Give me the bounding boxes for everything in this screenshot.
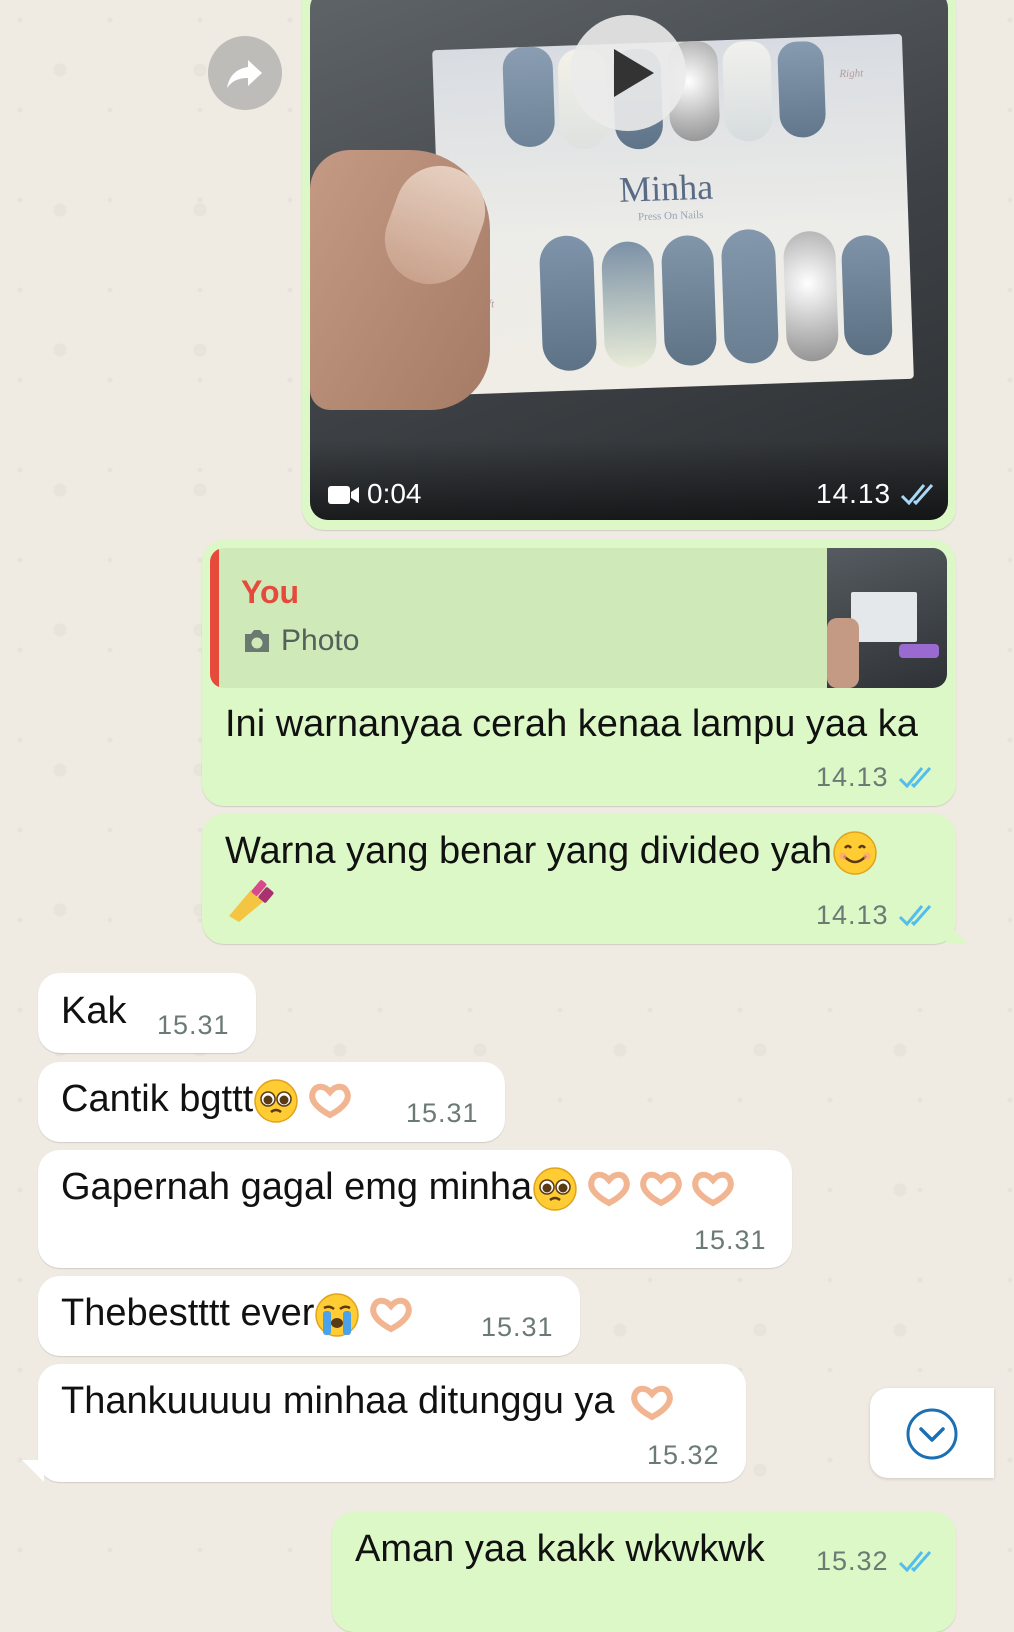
card-brand: Minha — [618, 166, 714, 210]
video-thumbnail[interactable]: Right Left Minha Press On Nails — [310, 0, 948, 520]
message-time: 15.32 — [647, 1440, 720, 1470]
read-ticks-icon — [900, 484, 934, 506]
message-time: 15.31 — [694, 1225, 767, 1255]
forward-icon — [227, 60, 262, 88]
video-time: 14.13 — [816, 478, 892, 509]
message-time: 15.31 — [481, 1312, 554, 1342]
heart-hands-icon — [370, 1297, 413, 1333]
nail — [722, 40, 774, 143]
video-camera-icon — [328, 484, 360, 511]
nail — [660, 234, 718, 367]
scroll-to-bottom-button[interactable] — [870, 1388, 994, 1478]
heart-hands-icon — [640, 1171, 682, 1207]
bubble-tail — [22, 1460, 44, 1482]
reply-time: 14.13 — [816, 762, 889, 792]
message-text: Kak — [61, 990, 127, 1032]
smiling-face-icon — [833, 831, 877, 875]
bubble-tail — [946, 922, 968, 944]
message-time: 14.13 — [816, 900, 889, 930]
quote-type: Photo — [281, 624, 360, 657]
quote-thumbnail-card — [851, 592, 917, 642]
nail — [840, 234, 894, 357]
read-ticks-icon — [898, 767, 932, 789]
heart-hands-icon — [309, 1083, 351, 1119]
message-time: 15.31 — [157, 1010, 230, 1040]
quoted-message[interactable]: You Photo — [210, 548, 947, 688]
heart-hands-icon — [630, 1385, 673, 1421]
nail — [720, 228, 780, 365]
crying-face-icon — [315, 1293, 360, 1337]
pleading-face-icon — [533, 1167, 577, 1211]
play-icon — [614, 49, 654, 97]
play-button[interactable] — [570, 15, 686, 131]
read-ticks-icon — [898, 1551, 932, 1573]
nail — [600, 240, 658, 369]
camera-icon — [245, 630, 269, 652]
nail-row-bottom — [538, 224, 904, 376]
nail-polish-icon — [229, 880, 274, 922]
message-text: Warna yang benar yang divideo yah — [225, 830, 878, 876]
message-time: 15.32 — [816, 1546, 889, 1576]
message-text: Aman yaa kakk wkwkwk — [355, 1528, 765, 1570]
message-text: Cantik bgttt — [61, 1078, 355, 1124]
card-tagline: Press On Nails — [637, 208, 704, 224]
quote-author: You — [241, 574, 300, 610]
heart-hands-icon — [692, 1171, 734, 1207]
message-text: Thankuuuuu minhaa ditunggu ya — [61, 1380, 677, 1423]
nail — [782, 230, 840, 363]
nail — [538, 234, 598, 372]
video-duration: 0:04 — [367, 478, 422, 509]
nail — [502, 46, 556, 148]
quote-thumbnail-object — [899, 644, 939, 658]
forward-button[interactable] — [208, 36, 282, 110]
reply-text: Ini warnanyaa cerah kenaa lampu yaa ka — [225, 703, 918, 745]
message-text: Thebestttt ever — [61, 1292, 416, 1338]
message-time: 15.31 — [406, 1098, 479, 1128]
read-ticks-icon — [898, 905, 932, 927]
nail — [777, 40, 827, 139]
heart-hands-icon — [588, 1171, 630, 1207]
chevron-down-icon — [906, 1408, 958, 1460]
quote-thumbnail-hand — [827, 618, 859, 688]
message-text: Gapernah gagal emg minha — [61, 1166, 738, 1212]
quote-thumbnail — [827, 548, 947, 688]
quote-accent-bar — [210, 548, 219, 688]
pleading-face-icon — [254, 1079, 298, 1123]
